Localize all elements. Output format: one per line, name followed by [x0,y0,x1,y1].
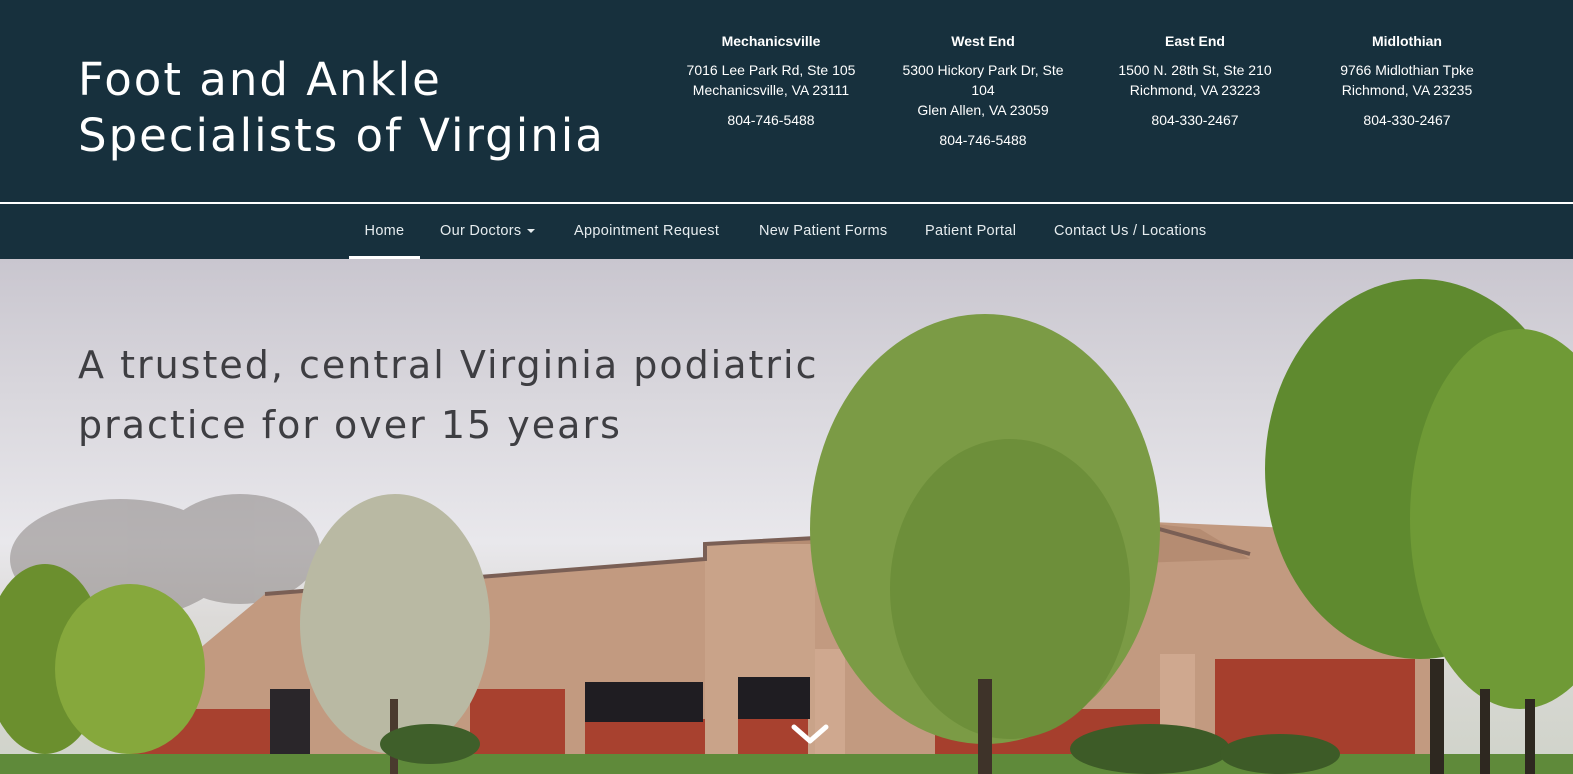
hero-banner: A trusted, central Virginia podiatric pr… [0,259,1573,774]
nav-item-home[interactable]: Home [349,204,420,259]
location-name: Midlothian [1372,33,1442,49]
nav-item-label: Our Doctors [440,223,522,239]
site-header: Foot and Ankle Specialists of Virginia M… [0,0,1573,202]
location-address-line: Mechanicsville, VA 23111 [692,82,850,98]
location-address-line: 7016 Lee Park Rd, Ste 105 [686,62,856,78]
nav-item-label: Contact Us / Locations [1054,223,1207,239]
location-name: Mechanicsville [721,33,821,49]
location-midlothian: Midlothian 9766 Midlothian Tpke Richmond… [1302,32,1512,130]
location-phone[interactable]: 804-330-2467 [1302,110,1512,130]
site-title[interactable]: Foot and Ankle Specialists of Virginia [78,52,678,164]
main-nav: Home Our Doctors Appointment Request New… [0,204,1573,259]
location-west-end: West End 5300 Hickory Park Dr, Ste 104 G… [878,32,1088,150]
nav-item-label: Appointment Request [574,223,720,239]
nav-item-label: Home [364,223,405,239]
location-phone[interactable]: 804-330-2467 [1090,110,1300,130]
location-address-line: Glen Allen, VA 23059 [917,102,1049,118]
location-address-line: Richmond, VA 23235 [1341,82,1473,98]
hero-tagline: A trusted, central Virginia podiatric pr… [78,343,819,447]
nav-item-our-doctors[interactable]: Our Doctors [440,204,536,259]
location-address-line: 5300 Hickory Park Dr, Ste [902,62,1064,78]
location-address-line: 1500 N. 28th St, Ste 210 [1118,62,1272,78]
chevron-down-icon[interactable] [790,719,830,749]
location-mechanicsville: Mechanicsville 7016 Lee Park Rd, Ste 105… [666,32,876,130]
nav-item-label: New Patient Forms [759,223,888,239]
nav-item-label: Patient Portal [925,223,1017,239]
location-name: East End [1165,33,1225,49]
location-address-line: 104 [971,82,995,98]
location-name: West End [951,33,1015,49]
location-phone[interactable]: 804-746-5488 [666,110,876,130]
location-address-line: Richmond, VA 23223 [1129,82,1261,98]
nav-item-contact-us-locations[interactable]: Contact Us / Locations [1054,204,1206,259]
nav-item-new-patient-forms[interactable]: New Patient Forms [759,204,887,259]
nav-item-patient-portal[interactable]: Patient Portal [925,204,1016,259]
nav-item-appointment-request[interactable]: Appointment Request [574,204,719,259]
location-phone[interactable]: 804-746-5488 [878,130,1088,150]
location-east-end: East End 1500 N. 28th St, Ste 210 Richmo… [1090,32,1300,130]
caret-down-icon [527,229,536,234]
location-address-line: 9766 Midlothian Tpke [1340,62,1474,78]
